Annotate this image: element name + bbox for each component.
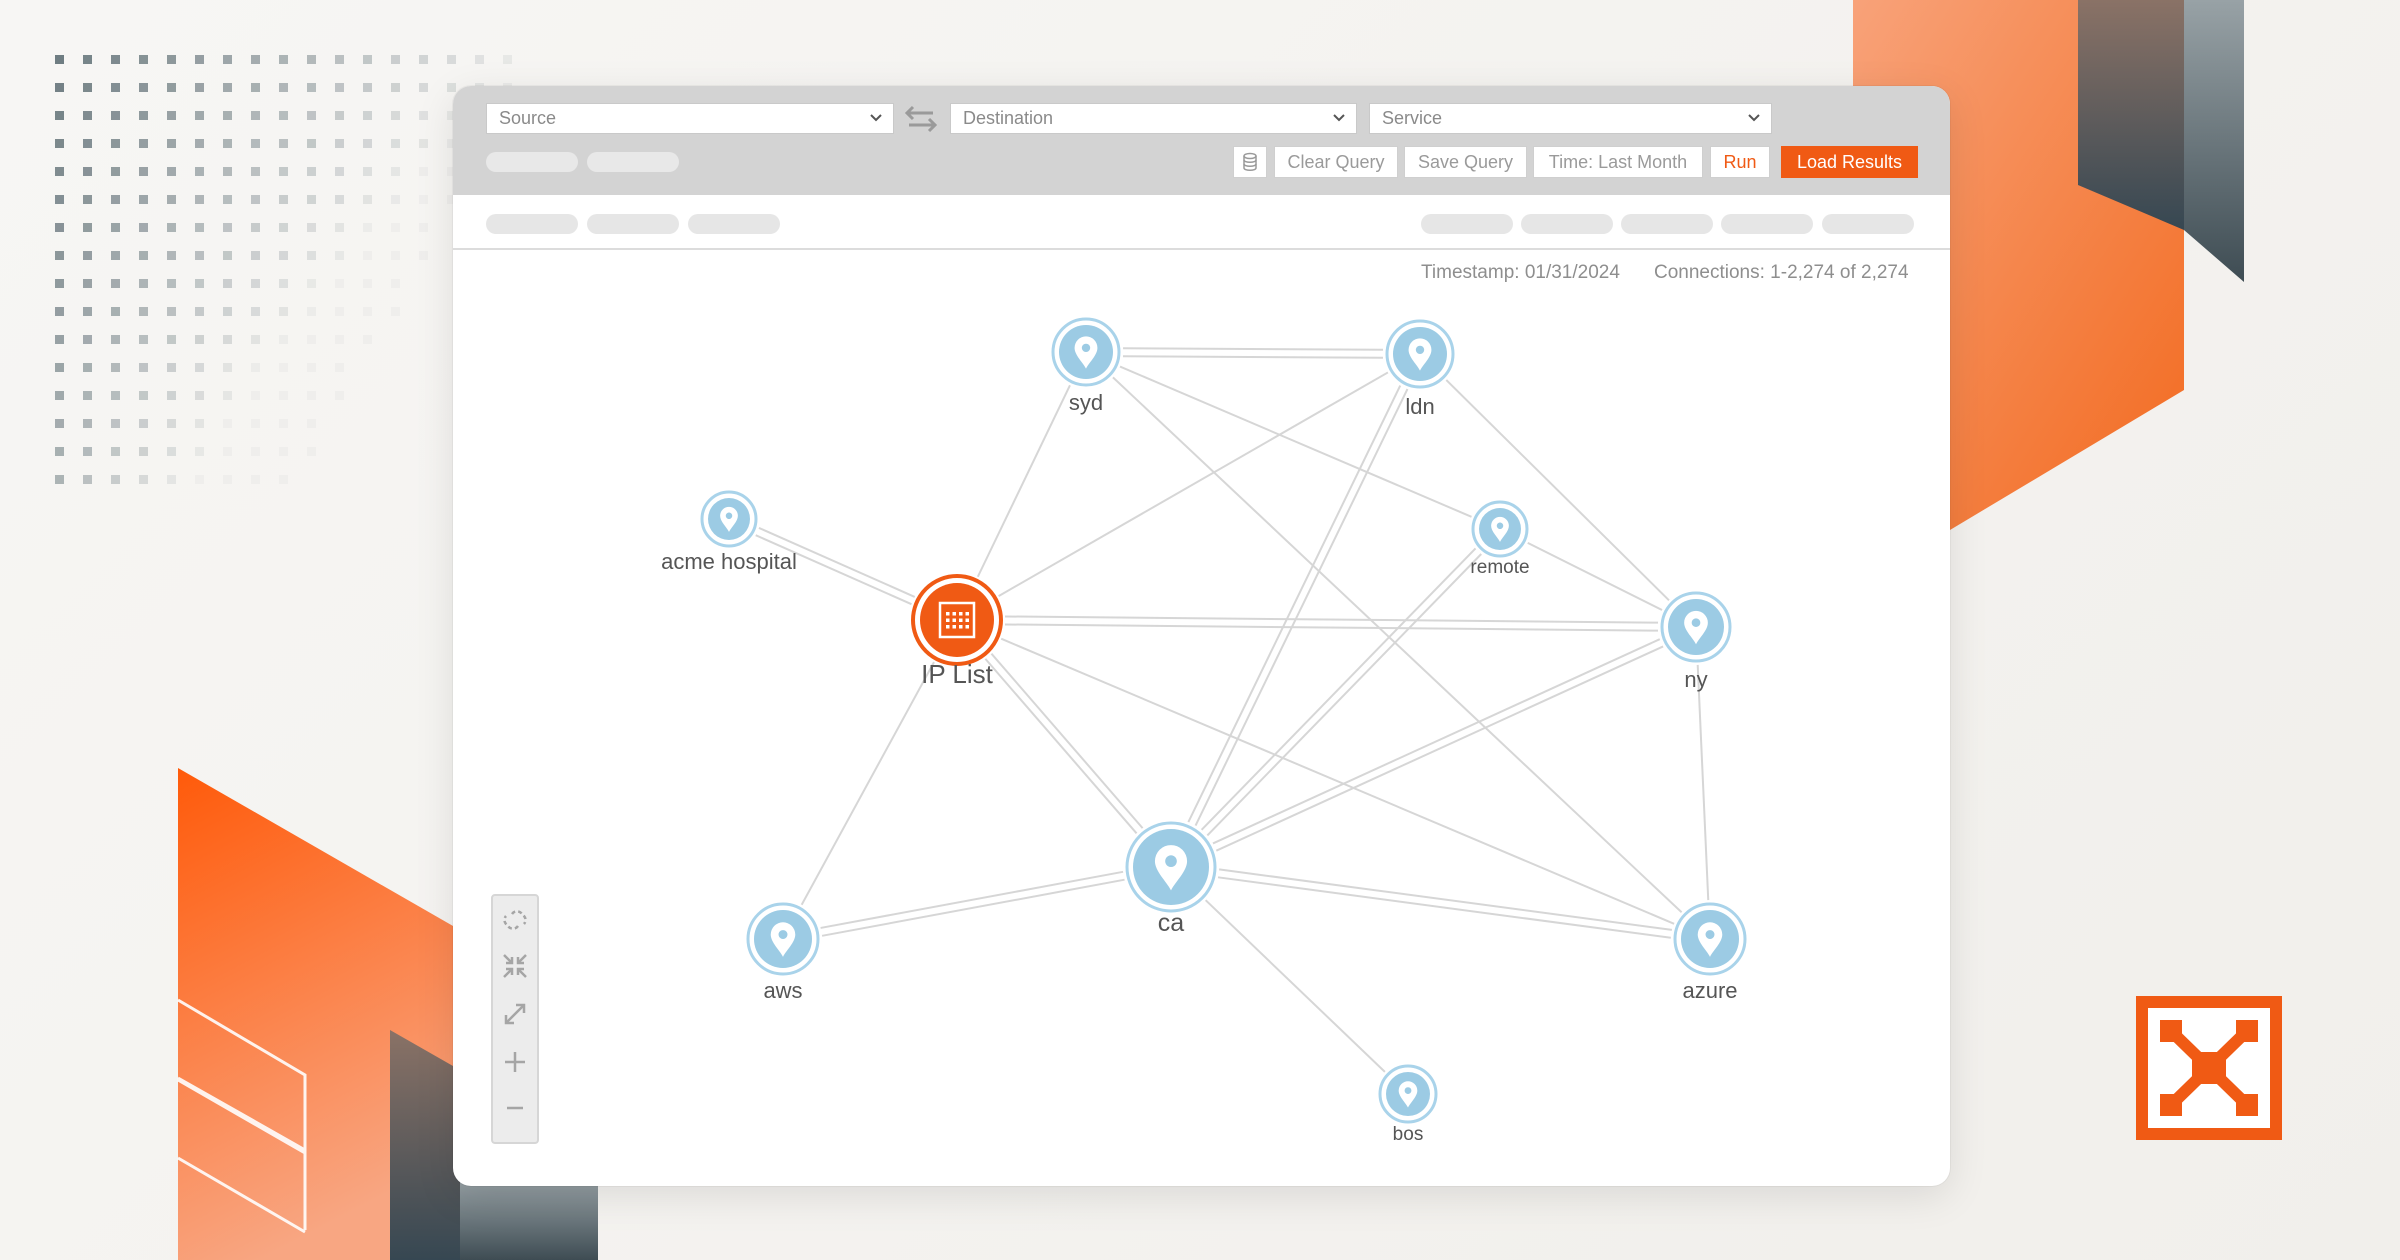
zoom-out-icon[interactable] — [501, 1094, 529, 1122]
connection-graph — [700, 317, 1747, 1124]
app-window: Source Destination Service Clear Query S… — [453, 86, 1950, 1186]
graph-edge — [1122, 355, 1383, 359]
graph-edge — [1187, 385, 1402, 823]
graph-edge — [800, 661, 935, 906]
graph-node-ip-list[interactable] — [911, 574, 1003, 666]
unlink-icon[interactable] — [501, 906, 529, 934]
graph-edge — [1194, 388, 1409, 827]
node-label-ldn: ldn — [1405, 393, 1435, 419]
graph-edge — [820, 870, 1124, 929]
graph-edge — [1527, 541, 1663, 611]
graph-edge — [1215, 645, 1664, 852]
graph-node-bos[interactable] — [1378, 1064, 1438, 1124]
graph-edge — [984, 658, 1138, 834]
graph-edge — [821, 878, 1125, 937]
graph-edge — [1212, 638, 1661, 845]
graph-node-ca[interactable] — [1125, 821, 1217, 913]
node-label-ca: ca — [1157, 909, 1185, 937]
graph-edge — [1218, 868, 1673, 931]
expand-icon[interactable] — [501, 1000, 529, 1028]
collapse-icon[interactable] — [501, 952, 529, 980]
graph-edge — [1005, 615, 1659, 624]
node-label-azure: azure — [1682, 977, 1738, 1003]
dot-pattern — [55, 55, 512, 484]
graph-edge — [1123, 347, 1384, 351]
graph-node-remote[interactable] — [1471, 500, 1529, 558]
node-label-remote: remote — [1470, 556, 1530, 578]
node-label-ip-list: IP List — [921, 659, 993, 690]
graph-edges — [755, 347, 1710, 1073]
graph-edge — [1217, 876, 1671, 939]
graph-edge — [1696, 664, 1710, 901]
graph-edge — [976, 384, 1071, 578]
node-label-bos: bos — [1392, 1123, 1424, 1145]
graph-node-acme-hospital[interactable] — [700, 490, 758, 548]
grey-panel-top-right — [2184, 0, 2244, 282]
graph-node-ldn[interactable] — [1385, 319, 1455, 389]
graph-edge — [1004, 623, 1658, 632]
graph-edge — [1119, 365, 1472, 518]
graph-edge — [998, 371, 1389, 597]
dark-panel-bottom-left — [390, 1030, 460, 1260]
graph-node-syd[interactable] — [1051, 317, 1121, 387]
graph-node-aws[interactable] — [746, 902, 820, 976]
graph-node-ny[interactable] — [1660, 591, 1732, 663]
graph-nodes — [700, 317, 1747, 1124]
graph-edge — [990, 653, 1144, 829]
node-label-ny: ny — [1684, 666, 1708, 692]
grey-panel-bottom-left — [460, 1180, 598, 1260]
graph-edge — [1204, 899, 1386, 1073]
node-label-acme-hospital: acme hospital — [661, 548, 797, 574]
node-label-syd: syd — [1068, 389, 1104, 415]
node-label-aws: aws — [763, 977, 803, 1003]
graph-node-azure[interactable] — [1673, 902, 1747, 976]
graph-controls — [491, 894, 539, 1144]
brand-logo — [2136, 996, 2282, 1140]
zoom-in-icon[interactable] — [501, 1048, 529, 1076]
